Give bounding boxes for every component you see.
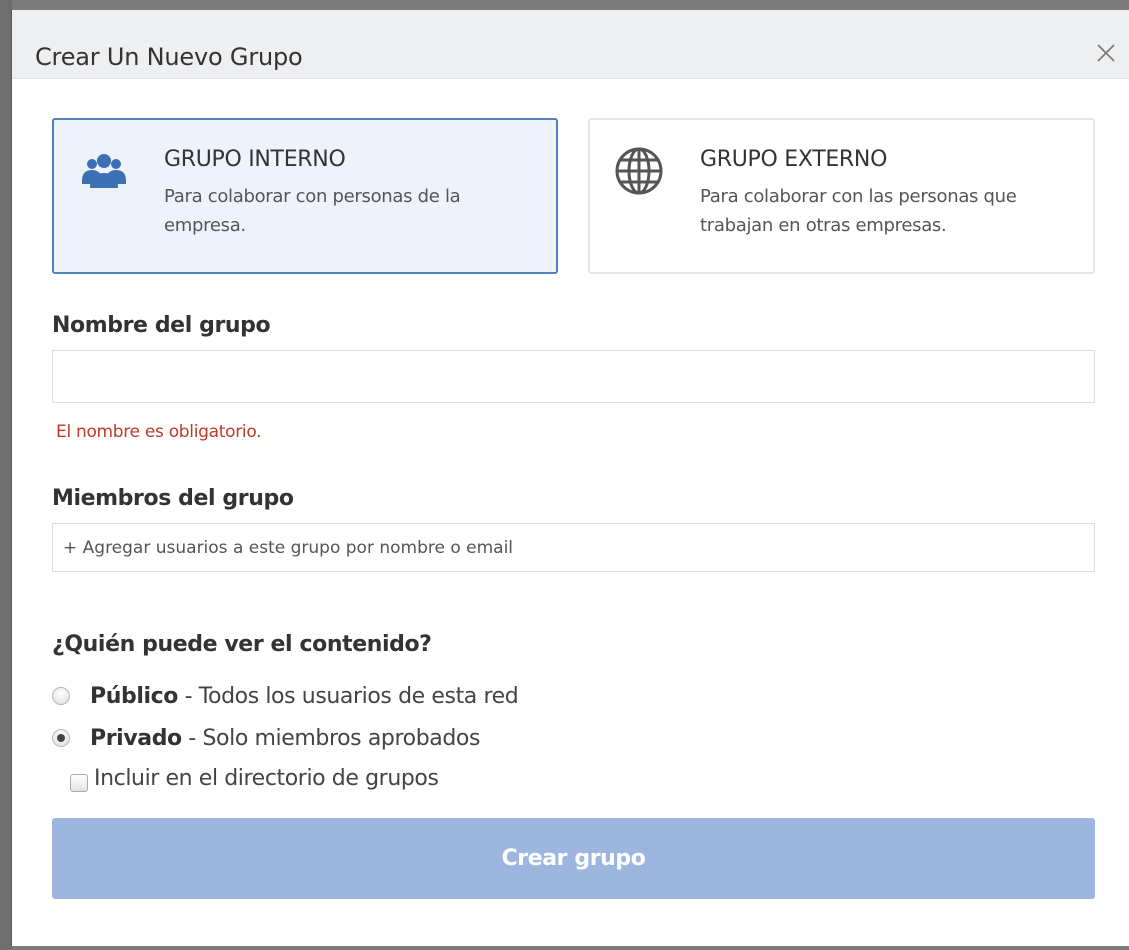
private-radio-description: - Solo miembros aprobados [181,726,481,751]
public-radio-label: Público - Todos los usuarios de esta red [90,684,519,709]
name-error-message: El nombre es obligatorio. [56,422,262,442]
private-radio-label: Privado - Solo miembros aprobados [90,726,480,751]
internal-group-title: GRUPO INTERNO [164,147,346,172]
private-radio[interactable] [52,729,70,747]
create-group-button[interactable]: Crear grupo [52,818,1095,899]
private-radio-name: Privado [90,726,182,751]
external-group-option[interactable]: GRUPO EXTERNO Para colaborar con las per… [588,118,1095,274]
visibility-option-private: Privado - Solo miembros aprobados [52,726,480,753]
external-group-title: GRUPO EXTERNO [700,147,888,172]
directory-checkbox-label: Incluir en el directorio de grupos [94,766,439,791]
create-group-dialog: Crear Un Nuevo Grupo GRUPO INTERNO Para … [11,10,1129,946]
internal-group-option[interactable]: GRUPO INTERNO Para colaborar con persona… [52,118,558,274]
directory-checkbox[interactable] [70,774,88,792]
dialog-header: Crear Un Nuevo Grupo [12,10,1129,79]
public-radio-description: - Todos los usuarios de esta red [177,684,519,709]
close-icon[interactable] [1093,40,1119,66]
directory-checkbox-row: Incluir en el directorio de grupos [70,766,439,792]
group-members-label: Miembros del grupo [52,486,294,511]
visibility-label: ¿Quién puede ver el contenido? [52,632,432,657]
dialog-title: Crear Un Nuevo Grupo [35,43,303,71]
people-icon [80,148,128,196]
internal-group-description: Para colaborar con personas de la empres… [164,186,461,236]
public-radio[interactable] [52,687,70,705]
public-radio-name: Público [90,684,178,709]
group-name-input[interactable] [52,350,1095,403]
visibility-option-public: Público - Todos los usuarios de esta red [52,684,519,711]
group-name-label: Nombre del grupo [52,313,271,338]
group-members-input[interactable] [52,523,1095,572]
globe-icon [612,144,666,198]
external-group-description: Para colaborar con las personas que trab… [700,186,1017,236]
